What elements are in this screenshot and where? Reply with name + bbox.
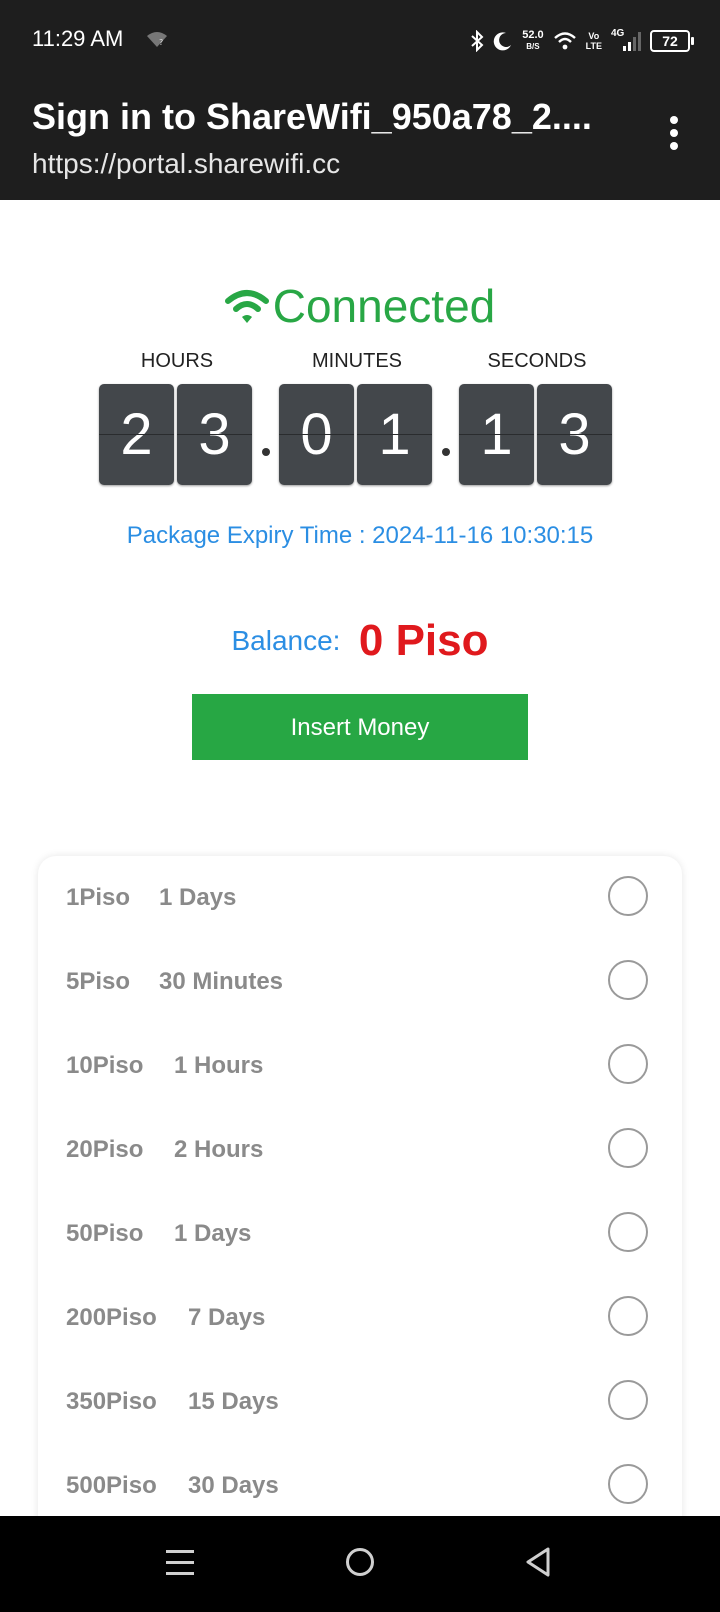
hours-digit-1: 2: [99, 384, 174, 485]
package-duration: 30 Minutes: [159, 968, 284, 995]
package-option[interactable]: 5Piso 30 Minutes: [38, 940, 682, 1024]
net-speed: 52.0 B/S: [522, 30, 543, 52]
wifi-icon: [224, 289, 269, 323]
package-list: 1Piso 1 Days 5Piso 30 Minutes 10Piso 1 H…: [38, 856, 682, 1536]
package-duration: 1 Days: [174, 1220, 252, 1247]
volte-top: Vo: [588, 31, 600, 41]
captive-portal-header: Sign in to ShareWifi_950a78_2.... https:…: [0, 82, 720, 200]
status-time: 11:29 AM: [32, 26, 124, 51]
package-option[interactable]: 350Piso 15 Days: [38, 1360, 682, 1444]
net-speed-unit: B/S: [526, 42, 540, 51]
timer-separator: [442, 448, 450, 456]
home-icon[interactable]: [346, 1548, 374, 1576]
package-price: 1Piso: [66, 884, 131, 911]
back-icon[interactable]: [524, 1546, 552, 1578]
package-radio[interactable]: [608, 1212, 648, 1252]
net-speed-value: 52.0: [522, 29, 544, 41]
connection-status-text: Connected: [272, 280, 496, 332]
signal-icon: 4G: [611, 28, 641, 52]
package-price: 500Piso: [66, 1472, 157, 1499]
wifi-question-icon: ?: [147, 32, 167, 47]
package-duration: 15 Days: [188, 1388, 279, 1415]
package-radio[interactable]: [608, 1296, 648, 1336]
package-duration: 2 Hours: [174, 1136, 264, 1163]
minutes-digit-1: 0: [279, 384, 354, 485]
package-option[interactable]: 20Piso 2 Hours: [38, 1108, 682, 1192]
battery-level: 72: [662, 33, 678, 49]
minutes-digit-2: 1: [357, 384, 432, 485]
package-radio[interactable]: [608, 1380, 648, 1420]
page-title: Sign in to ShareWifi_950a78_2....: [32, 96, 592, 137]
moon-icon: [493, 32, 512, 51]
svg-text:?: ?: [159, 38, 163, 47]
page-url: https://portal.sharewifi.cc: [32, 148, 341, 179]
package-radio[interactable]: [608, 1128, 648, 1168]
package-price: 10Piso: [66, 1052, 144, 1079]
seconds-digit-1: 1: [459, 384, 534, 485]
package-option[interactable]: 50Piso 1 Days: [38, 1192, 682, 1276]
wifi-icon: [553, 32, 576, 50]
insert-money-button[interactable]: Insert Money: [192, 694, 528, 760]
package-price: 20Piso: [66, 1136, 144, 1163]
connection-status: Connected: [0, 278, 720, 334]
hours-digit-2: 3: [177, 384, 252, 485]
package-radio[interactable]: [608, 960, 648, 1000]
package-option[interactable]: 10Piso 1 Hours: [38, 1024, 682, 1108]
balance-label: Balance:: [231, 625, 341, 656]
more-vert-icon[interactable]: [668, 116, 680, 156]
package-option[interactable]: 1Piso 1 Days: [38, 856, 682, 940]
minutes-label: MINUTES: [312, 350, 402, 372]
battery-icon: 72: [650, 30, 694, 52]
status-bar: 11:29 AM ? 52.0 B/S Vo LTE 4G 72: [0, 0, 720, 82]
package-duration: 1 Hours: [174, 1052, 264, 1079]
package-duration: 1 Days: [159, 884, 237, 911]
package-radio[interactable]: [608, 1044, 648, 1084]
package-radio[interactable]: [608, 1464, 648, 1504]
bluetooth-icon: [471, 30, 484, 52]
seconds-digit-2: 3: [537, 384, 612, 485]
timer-separator: [262, 448, 270, 456]
package-price: 5Piso: [66, 968, 131, 995]
package-expiry: Package Expiry Time : 2024-11-16 10:30:1…: [126, 522, 594, 549]
volte-indicator: Vo LTE: [586, 31, 602, 51]
package-radio[interactable]: [608, 876, 648, 916]
package-duration: 7 Days: [188, 1304, 266, 1331]
balance: Balance: 0 Piso: [0, 616, 720, 666]
recents-icon[interactable]: [166, 1550, 194, 1576]
status-icons: 52.0 B/S Vo LTE 4G 72: [470, 26, 694, 56]
package-price: 200Piso: [66, 1304, 157, 1331]
package-option[interactable]: 200Piso 7 Days: [38, 1276, 682, 1360]
package-price: 50Piso: [66, 1220, 144, 1247]
volte-bottom: LTE: [585, 41, 602, 51]
seconds-label: SECONDS: [487, 350, 587, 372]
balance-value: 0 Piso: [358, 616, 489, 665]
hours-label: HOURS: [140, 350, 214, 372]
package-price: 350Piso: [66, 1388, 157, 1415]
navigation-bar: [0, 1516, 720, 1612]
package-duration: 30 Days: [188, 1472, 279, 1499]
